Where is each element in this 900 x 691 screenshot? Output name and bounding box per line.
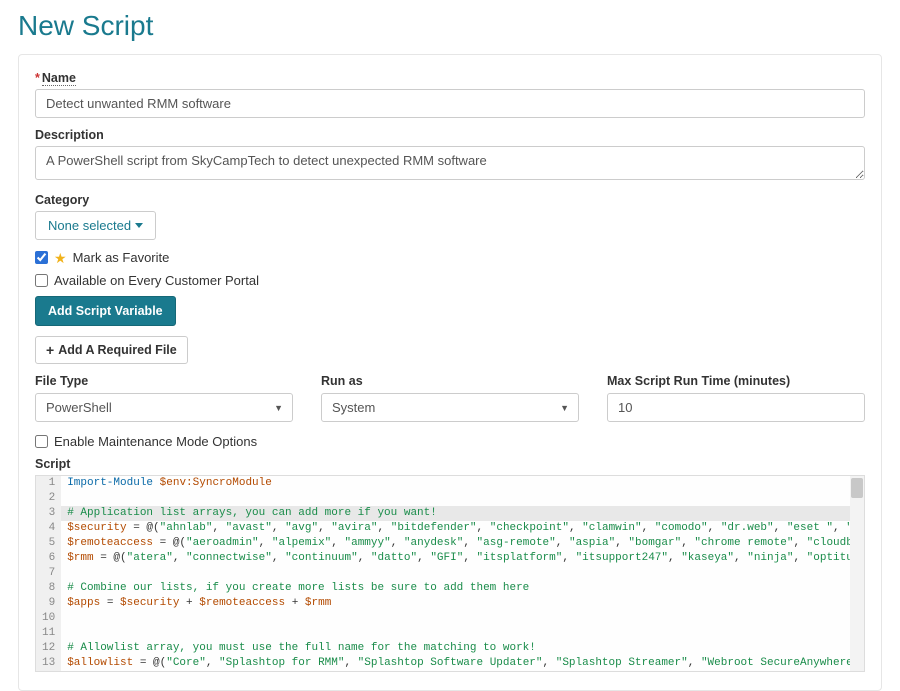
description-label: Description	[35, 128, 865, 142]
editor-scrollbar[interactable]	[850, 476, 864, 671]
page-title: New Script	[18, 10, 882, 42]
description-textarea[interactable]: A PowerShell script from SkyCampTech to …	[35, 146, 865, 180]
plus-icon: +	[46, 343, 54, 357]
file-type-label: File Type	[35, 374, 293, 388]
favorite-label: Mark as Favorite	[73, 250, 170, 265]
add-script-variable-button[interactable]: Add Script Variable	[35, 296, 176, 326]
chevron-down-icon	[135, 223, 143, 228]
category-label: Category	[35, 193, 865, 207]
maintenance-label: Enable Maintenance Mode Options	[54, 434, 257, 449]
add-required-file-label: Add A Required File	[58, 343, 177, 357]
category-dropdown[interactable]: None selected	[35, 211, 156, 240]
script-settings-row: File Type PowerShell Run as System Max S…	[35, 374, 865, 422]
maintenance-checkbox[interactable]	[35, 435, 48, 448]
maintenance-row: Enable Maintenance Mode Options	[35, 434, 865, 449]
script-label: Script	[35, 457, 865, 471]
favorite-row: ★ Mark as Favorite	[35, 250, 865, 265]
portal-row: Available on Every Customer Portal	[35, 273, 865, 288]
name-label: *Name	[35, 71, 865, 85]
editor-scrollbar-thumb[interactable]	[851, 478, 863, 498]
favorite-checkbox[interactable]	[35, 251, 48, 264]
category-group: Category None selected	[35, 193, 865, 240]
star-icon: ★	[54, 251, 67, 265]
editor-code[interactable]: Import-Module $env:SyncroModule # Applic…	[61, 476, 864, 671]
name-input[interactable]	[35, 89, 865, 118]
file-type-select[interactable]: PowerShell	[35, 393, 293, 422]
editor-gutter: 12345678910111213	[36, 476, 61, 671]
required-star-icon: *	[35, 71, 40, 85]
portal-checkbox[interactable]	[35, 274, 48, 287]
category-selected: None selected	[48, 218, 131, 233]
run-as-select[interactable]: System	[321, 393, 579, 422]
form-panel: *Name Description A PowerShell script fr…	[18, 54, 882, 691]
portal-label: Available on Every Customer Portal	[54, 273, 259, 288]
add-required-file-button[interactable]: + Add A Required File	[35, 336, 188, 364]
script-editor[interactable]: 12345678910111213 Import-Module $env:Syn…	[35, 475, 865, 672]
max-runtime-label: Max Script Run Time (minutes)	[607, 374, 865, 388]
max-runtime-input[interactable]	[607, 393, 865, 422]
run-as-label: Run as	[321, 374, 579, 388]
name-group: *Name	[35, 71, 865, 118]
description-group: Description A PowerShell script from Sky…	[35, 128, 865, 183]
